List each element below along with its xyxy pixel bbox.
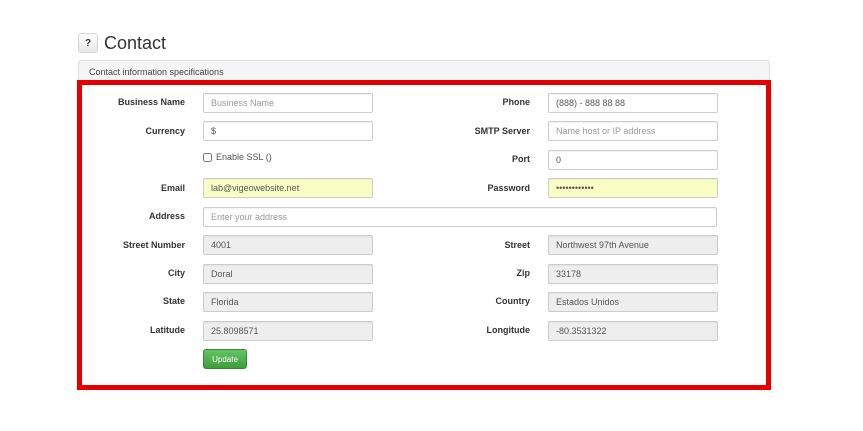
currency-label: Currency: [145, 126, 185, 136]
password-input[interactable]: [548, 178, 718, 198]
address-input[interactable]: [203, 207, 717, 227]
email-label: Email: [160, 183, 185, 193]
currency-input[interactable]: [203, 121, 373, 141]
panel-heading: Contact information specifications: [78, 60, 770, 82]
street-label: Street: [504, 240, 530, 250]
street-input[interactable]: [548, 235, 718, 255]
enable-ssl-row[interactable]: Enable SSL (): [203, 150, 272, 164]
port-label: Port: [512, 154, 530, 164]
country-input[interactable]: [548, 292, 718, 312]
contact-page: ? Contact Contact information specificat…: [0, 0, 863, 431]
street-number-label: Street Number: [122, 240, 185, 250]
password-label: Password: [487, 183, 530, 193]
email-input[interactable]: [203, 178, 373, 198]
phone-input[interactable]: [548, 93, 718, 113]
smtp-server-input[interactable]: [548, 121, 718, 141]
city-label: City: [167, 268, 185, 278]
enable-ssl-label: Enable SSL (): [216, 152, 272, 162]
latitude-label: Latitude: [150, 325, 185, 335]
phone-label: Phone: [502, 97, 530, 107]
title-row: ? Contact: [78, 31, 166, 55]
page-title: Contact: [104, 32, 167, 53]
latitude-input[interactable]: [203, 321, 373, 341]
help-button[interactable]: ?: [78, 33, 98, 53]
zip-label: Zip: [516, 268, 531, 278]
country-label: Country: [495, 296, 531, 306]
address-label: Address: [148, 211, 185, 221]
business-name-label: Business Name: [117, 97, 185, 107]
street-number-input[interactable]: [203, 235, 373, 255]
longitude-input[interactable]: [548, 321, 718, 341]
business-name-input[interactable]: [203, 93, 373, 113]
city-input[interactable]: [203, 264, 373, 284]
port-input[interactable]: [548, 150, 718, 170]
zip-input[interactable]: [548, 264, 718, 284]
longitude-label: Longitude: [486, 325, 531, 335]
state-input[interactable]: [203, 292, 373, 312]
enable-ssl-checkbox[interactable]: [203, 152, 212, 162]
update-button[interactable]: Update: [203, 349, 247, 369]
smtp-server-label: SMTP Server: [474, 126, 530, 136]
state-label: State: [162, 296, 185, 306]
